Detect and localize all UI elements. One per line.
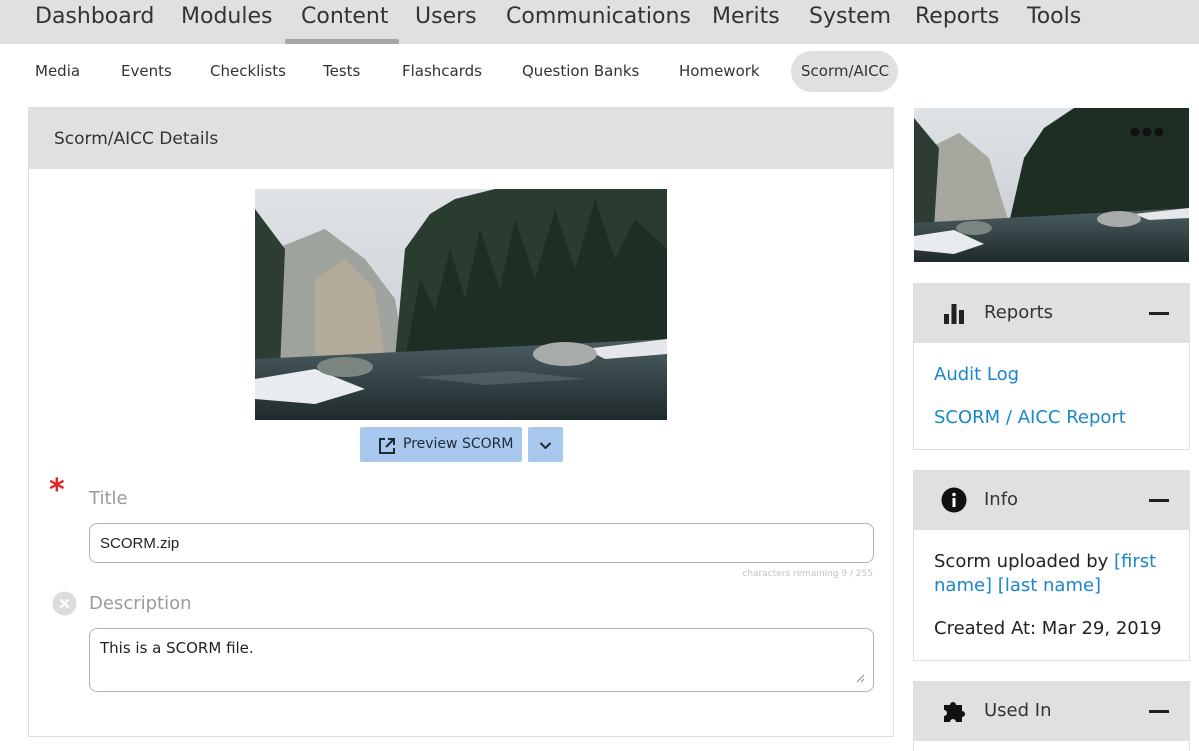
title-input[interactable]	[89, 523, 874, 563]
subnav-media[interactable]: Media	[35, 62, 80, 80]
card-title: Scorm/AICC Details	[54, 129, 219, 149]
subnav-events[interactable]: Events	[121, 62, 172, 80]
collapse-icon[interactable]	[1149, 499, 1169, 502]
subnav-question-banks[interactable]: Question Banks	[522, 62, 639, 80]
nav-merits[interactable]: Merits	[712, 4, 780, 29]
subnav-tests[interactable]: Tests	[323, 62, 360, 80]
info-icon	[941, 487, 967, 513]
preview-scorm-label: Preview SCORM	[403, 436, 514, 452]
title-label: Title	[89, 488, 128, 509]
nav-tools[interactable]: Tools	[1027, 4, 1081, 29]
info-panel-header[interactable]: Info	[914, 471, 1189, 530]
nav-reports[interactable]: Reports	[915, 4, 999, 29]
subnav-homework[interactable]: Homework	[679, 62, 760, 80]
subnav-checklists[interactable]: Checklists	[210, 62, 286, 80]
uploaded-by-text: Scorm uploaded by [first name] [last nam…	[934, 550, 1174, 598]
nav-dashboard[interactable]: Dashboard	[35, 4, 154, 29]
subnav-flashcards[interactable]: Flashcards	[402, 62, 482, 80]
bar-chart-icon	[944, 304, 964, 324]
reports-panel-title: Reports	[984, 302, 1054, 323]
used-in-panel-header[interactable]: Used In	[914, 682, 1189, 741]
nav-system[interactable]: System	[809, 4, 891, 29]
puzzle-icon	[944, 702, 965, 722]
top-nav: Dashboard Modules Content Users Communic…	[0, 0, 1199, 44]
scorm-details-card: Scorm/AICC Details Preview SCORM * Title…	[28, 107, 894, 737]
char-counter: characters remaining 9 / 255	[742, 569, 873, 579]
reports-panel-header[interactable]: Reports	[914, 284, 1189, 343]
scorm-aicc-report-link[interactable]: SCORM / AICC Report	[934, 407, 1126, 428]
clear-icon[interactable]	[52, 591, 77, 616]
nav-users[interactable]: Users	[415, 4, 477, 29]
required-star: *	[49, 473, 65, 508]
preview-options-dropdown[interactable]	[528, 427, 563, 462]
uploaded-by-prefix: Scorm uploaded by	[934, 551, 1114, 572]
preview-scorm-button[interactable]: Preview SCORM	[360, 427, 522, 462]
used-in-panel-title: Used In	[984, 700, 1052, 721]
info-panel-title: Info	[984, 489, 1019, 510]
uploader-name-link[interactable]: name] [last name]	[934, 575, 1101, 596]
nav-communications[interactable]: Communications	[506, 4, 691, 29]
info-panel: Info Scorm uploaded by [first name] [las…	[913, 470, 1190, 661]
reports-panel: Reports Audit Log SCORM / AICC Report	[913, 283, 1190, 450]
description-textarea[interactable]: This is a SCORM file.	[89, 628, 874, 692]
uploader-first-name-link[interactable]: [first	[1114, 551, 1156, 572]
used-in-panel: Used In	[913, 681, 1190, 751]
chevron-down-icon	[539, 442, 552, 450]
created-at-text: Created At: Mar 29, 2019	[934, 618, 1162, 639]
resize-grip-icon[interactable]	[856, 674, 865, 683]
subnav-scorm-aicc[interactable]: Scorm/AICC	[801, 62, 889, 80]
description-text: This is a SCORM file.	[100, 639, 254, 657]
audit-log-link[interactable]: Audit Log	[934, 364, 1019, 385]
card-header: Scorm/AICC Details	[29, 108, 893, 169]
collapse-icon[interactable]	[1149, 710, 1169, 713]
scorm-thumbnail	[255, 189, 667, 420]
description-label: Description	[89, 593, 192, 614]
collapse-icon[interactable]	[1149, 312, 1169, 315]
external-link-icon	[379, 438, 395, 454]
active-nav-indicator	[285, 39, 399, 44]
nav-content[interactable]: Content	[301, 4, 389, 29]
nav-modules[interactable]: Modules	[181, 4, 272, 29]
more-dots-icon[interactable]	[1129, 124, 1165, 140]
